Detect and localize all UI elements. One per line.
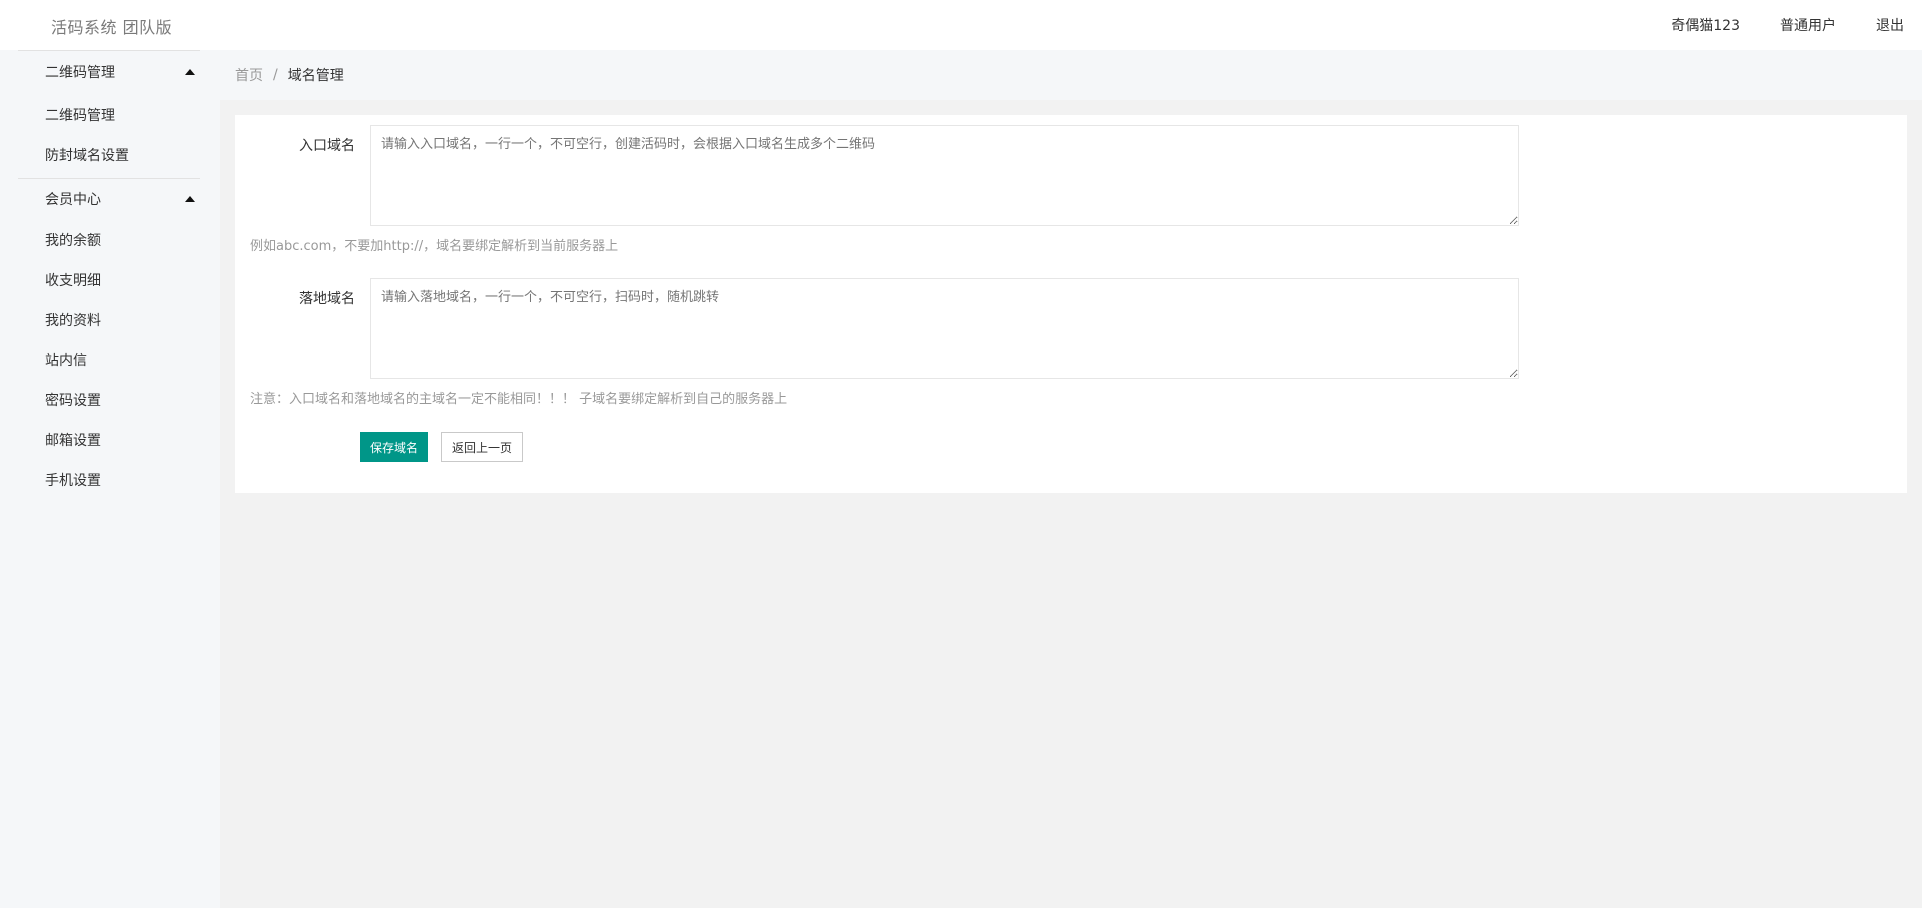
user-role-link[interactable]: 普通用户 xyxy=(1780,15,1836,35)
top-header: 活码系统 团队版 奇偶猫123 普通用户 退出 xyxy=(0,0,1922,50)
sidebar: 二维码管理 二维码管理 防封域名设置 会员中心 我的余额 收支明细 我的资料 站… xyxy=(0,50,220,908)
landing-domain-label: 落地域名 xyxy=(299,291,355,307)
landing-domain-hint: 注意：入口域名和落地域名的主域名一定不能相同！！！ 子域名要绑定解析到自己的服务… xyxy=(250,392,788,407)
sidebar-group-label: 会员中心 xyxy=(45,192,101,208)
sidebar-item-profile[interactable]: 我的资料 xyxy=(45,300,195,340)
caret-up-icon xyxy=(185,69,195,75)
breadcrumb: 首页 / 域名管理 xyxy=(220,50,1922,100)
sidebar-group-member[interactable]: 会员中心 xyxy=(18,179,200,219)
sidebar-item-email[interactable]: 邮箱设置 xyxy=(45,420,195,460)
entry-domain-hint: 例如abc.com，不要加http://，域名要绑定解析到当前服务器上 xyxy=(250,239,619,254)
sidebar-group-qrcode[interactable]: 二维码管理 xyxy=(18,52,200,92)
logout-link[interactable]: 退出 xyxy=(1876,15,1904,35)
app-logo[interactable]: 活码系统 团队版 xyxy=(51,14,172,38)
header-user-area: 奇偶猫123 普通用户 退出 xyxy=(1671,0,1922,50)
breadcrumb-separator: / xyxy=(273,67,278,83)
sidebar-item-phone[interactable]: 手机设置 xyxy=(45,460,195,500)
sidebar-item-qrcode-manage[interactable]: 二维码管理 xyxy=(45,95,195,135)
domain-form-card: 入口域名 例如abc.com，不要加http://，域名要绑定解析到当前服务器上… xyxy=(235,115,1907,493)
entry-domain-label: 入口域名 xyxy=(299,138,355,154)
back-button[interactable]: 返回上一页 xyxy=(441,432,523,462)
landing-domain-textarea[interactable] xyxy=(370,278,1519,379)
caret-up-icon xyxy=(185,196,195,202)
breadcrumb-current: 域名管理 xyxy=(287,68,344,84)
save-domain-button[interactable]: 保存域名 xyxy=(360,432,428,462)
username-link[interactable]: 奇偶猫123 xyxy=(1671,15,1740,35)
breadcrumb-home[interactable]: 首页 xyxy=(235,65,263,85)
sidebar-item-transactions[interactable]: 收支明细 xyxy=(45,260,195,300)
sidebar-item-balance[interactable]: 我的余额 xyxy=(45,220,195,260)
sidebar-item-password[interactable]: 密码设置 xyxy=(45,380,195,420)
sidebar-item-antiblock-domain[interactable]: 防封域名设置 xyxy=(45,135,195,175)
sidebar-group-label: 二维码管理 xyxy=(45,65,115,81)
main-content: 首页 / 域名管理 入口域名 例如abc.com，不要加http://，域名要绑… xyxy=(220,50,1922,908)
sidebar-divider xyxy=(18,50,200,51)
entry-domain-textarea[interactable] xyxy=(370,125,1519,226)
sidebar-item-messages[interactable]: 站内信 xyxy=(45,340,195,380)
